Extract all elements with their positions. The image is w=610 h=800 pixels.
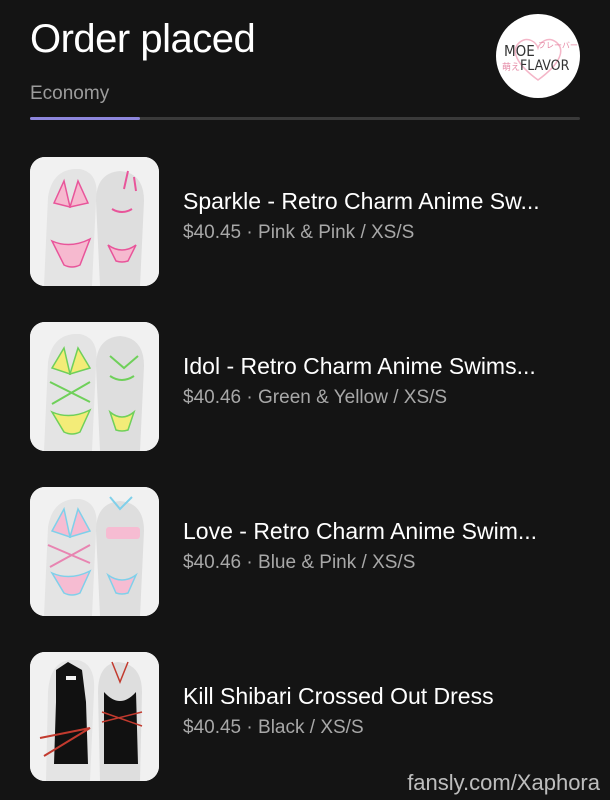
item-name: Love - Retro Charm Anime Swim... [183,518,538,544]
item-variant: Black / XS/S [258,717,364,738]
logo-text-jp: フレーバー [538,41,578,50]
item-variant: Green & Yellow / XS/S [258,387,448,408]
item-variant: Pink & Pink / XS/S [258,222,415,243]
meta-separator: · [241,222,259,243]
green-yellow-swimsuit-image [30,322,159,451]
meta-separator: · [241,717,259,738]
item-info: Kill Shibari Crossed Out Dress $40.45 · … [183,681,580,740]
item-variant: Blue & Pink / XS/S [258,552,416,573]
item-price: $40.45 [183,222,242,243]
black-dress-image [30,652,159,781]
item-price: $40.46 [183,387,242,408]
item-meta: $40.45 · Black / XS/S [183,716,580,740]
logo-text-bottom: FLAVOR [520,58,570,74]
logo-text-jp2: 萌え [502,61,520,73]
item-price: $40.45 [183,717,242,738]
item-meta: $40.45 · Pink & Pink / XS/S [183,221,580,245]
store-logo-icon[interactable]: MOE フレーバー 萌え FLAVOR [496,14,580,98]
item-info: Idol - Retro Charm Anime Swims... $40.46… [183,351,580,410]
item-info: Love - Retro Charm Anime Swim... $40.46 … [183,516,580,575]
list-item[interactable]: Idol - Retro Charm Anime Swims... $40.46… [30,322,580,487]
item-name: Idol - Retro Charm Anime Swims... [183,353,536,379]
watermark: fansly.com/Xaphora [407,770,600,795]
blue-pink-swimsuit-image [30,487,159,616]
list-item[interactable]: Love - Retro Charm Anime Swim... $40.46 … [30,487,580,652]
order-progress-bar [30,117,580,120]
item-name: Kill Shibari Crossed Out Dress [183,683,494,709]
item-name: Sparkle - Retro Charm Anime Sw... [183,188,540,214]
item-info: Sparkle - Retro Charm Anime Sw... $40.45… [183,186,580,245]
item-meta: $40.46 · Blue & Pink / XS/S [183,551,580,575]
item-meta: $40.46 · Green & Yellow / XS/S [183,386,580,410]
shipping-method: Economy [30,83,110,104]
pink-swimsuit-image [30,157,159,286]
list-item[interactable]: Sparkle - Retro Charm Anime Sw... $40.45… [30,157,580,322]
order-progress-fill [30,117,140,120]
order-header: Order placed Economy MOE フレーバー 萌え FLAVOR [30,14,580,124]
order-screen: Order placed Economy MOE フレーバー 萌え FLAVOR [0,0,610,800]
order-items-list: Sparkle - Retro Charm Anime Sw... $40.45… [30,157,580,800]
item-price: $40.46 [183,552,242,573]
meta-separator: · [241,387,259,408]
meta-separator: · [241,552,259,573]
